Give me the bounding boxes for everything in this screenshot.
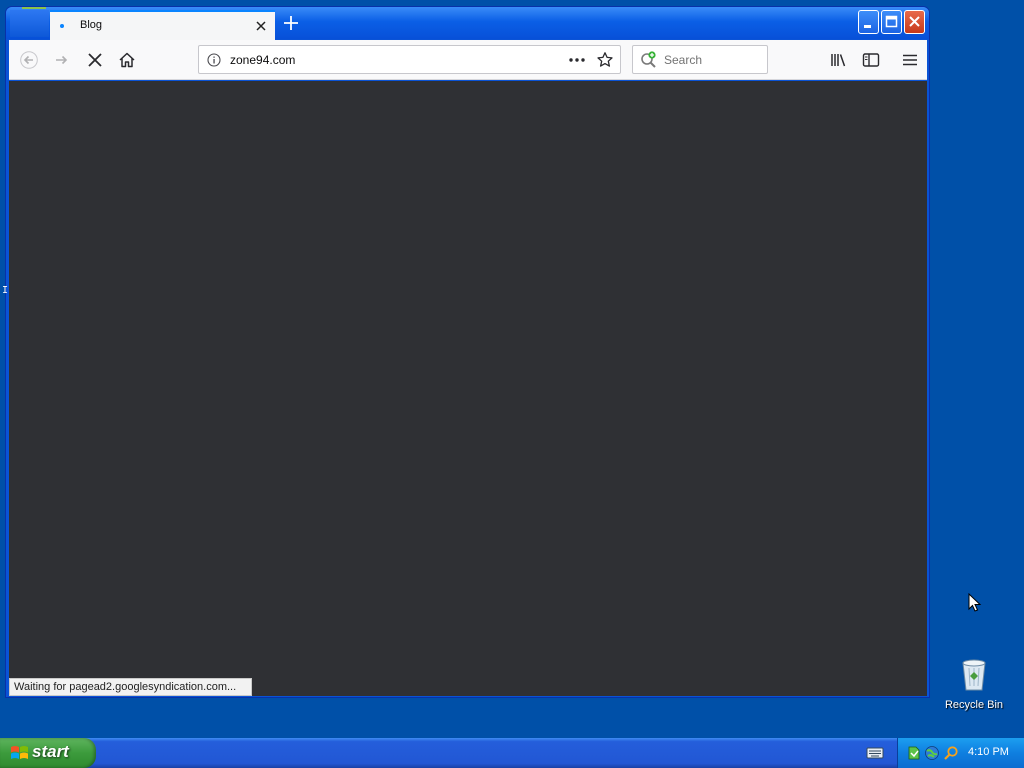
close-window-button[interactable] (904, 10, 925, 34)
close-tab-icon[interactable] (253, 18, 269, 34)
sidebar-icon[interactable] (859, 48, 883, 72)
star-icon[interactable] (596, 51, 614, 74)
tray-network-icon[interactable] (906, 745, 922, 761)
windows-flag-icon (11, 746, 28, 759)
library-icon[interactable] (827, 48, 851, 72)
new-tab-button[interactable] (282, 14, 300, 32)
start-button[interactable]: start (0, 738, 96, 768)
keyboard-icon[interactable] (866, 746, 884, 760)
page-content[interactable]: Waiting for pagead2.googlesyndication.co… (9, 81, 927, 696)
status-text: Waiting for pagead2.googlesyndication.co… (9, 678, 252, 696)
back-arrow-icon[interactable] (17, 48, 41, 72)
loading-dot-icon (60, 24, 64, 28)
menu-icon[interactable] (898, 48, 922, 72)
recycle-bin-icon (962, 659, 986, 691)
browser-window: Blog zone94.com Search Waiting for pagea… (5, 6, 930, 698)
recycle-bin-label: Recycle Bin (944, 699, 1004, 711)
tray-globe-icon[interactable] (924, 745, 940, 761)
tab-title: Blog (80, 19, 103, 31)
recycle-bin[interactable]: Recycle Bin (944, 656, 1004, 711)
more-dots-icon[interactable] (568, 52, 586, 73)
maximize-button[interactable] (881, 10, 902, 34)
address-bar[interactable]: zone94.com (198, 45, 621, 74)
text-cursor: I (2, 285, 9, 296)
system-tray: 4:10 PM (897, 738, 1024, 768)
mouse-cursor-icon (968, 593, 982, 612)
forward-arrow-icon[interactable] (50, 48, 74, 72)
search-placeholder: Search (664, 53, 703, 67)
minimize-button[interactable] (858, 10, 879, 34)
stop-icon[interactable] (83, 48, 107, 72)
search-icon (640, 51, 658, 74)
search-bar[interactable]: Search (632, 45, 768, 74)
tray-search-icon[interactable] (943, 745, 959, 761)
url-text[interactable]: zone94.com (230, 53, 295, 67)
tab-blog[interactable]: Blog (50, 10, 275, 40)
home-icon[interactable] (115, 48, 139, 72)
info-icon[interactable] (207, 53, 221, 72)
nav-toolbar: zone94.com Search (9, 40, 927, 80)
title-bar: Blog (6, 7, 929, 40)
clock[interactable]: 4:10 PM (968, 746, 1009, 758)
tab-strip-start (10, 7, 49, 37)
taskbar: start 4:10 PM (0, 738, 1024, 768)
start-label: start (32, 742, 69, 761)
